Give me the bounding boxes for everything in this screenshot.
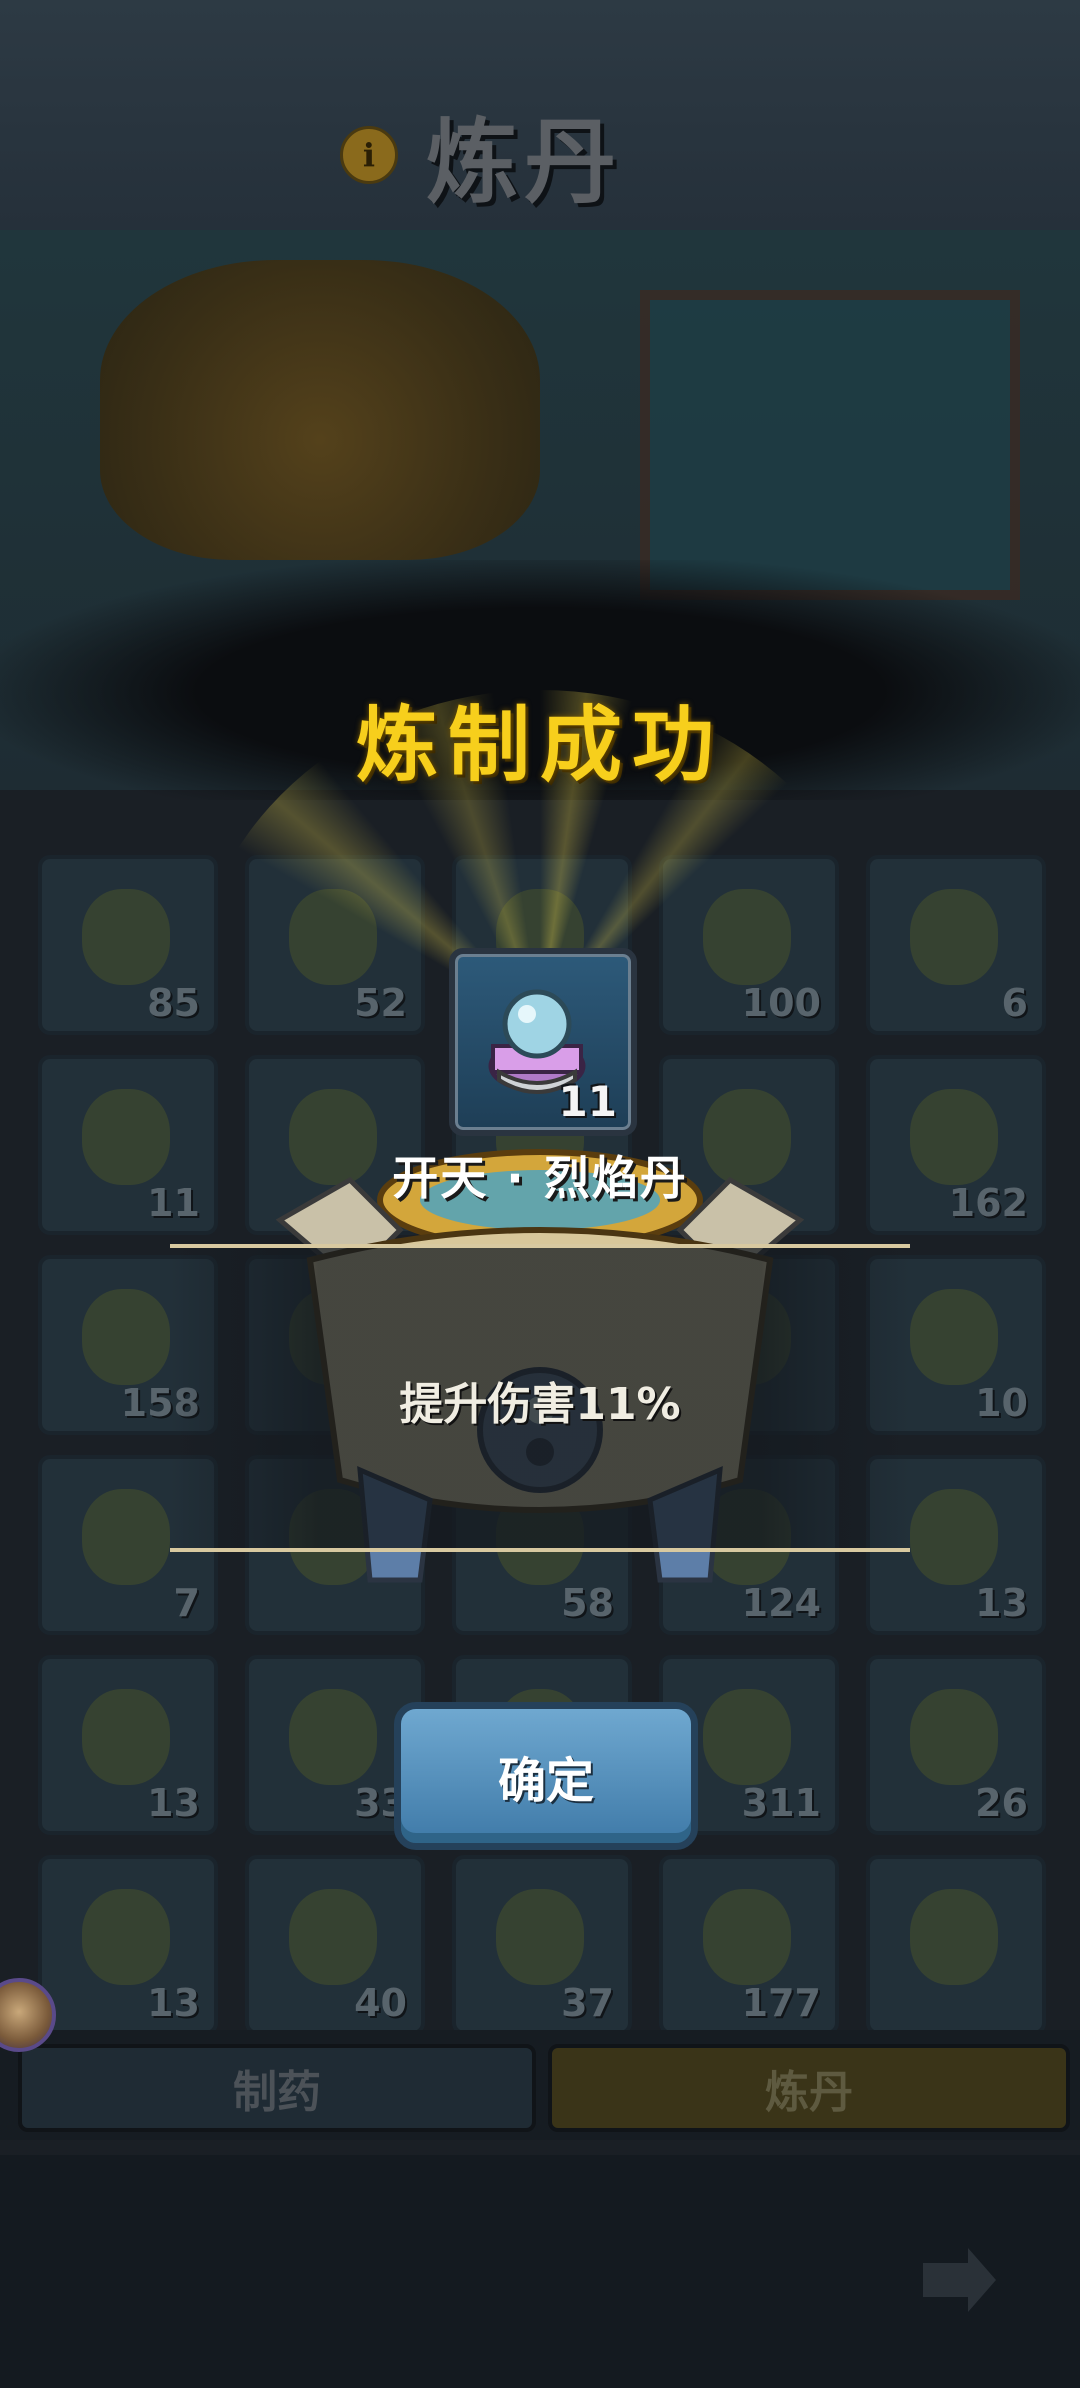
material-icon xyxy=(496,1889,584,1985)
material-count: 7 xyxy=(173,1581,200,1625)
back-arrow-icon[interactable] xyxy=(900,2210,1020,2330)
inventory-slot[interactable]: 40 xyxy=(245,1855,425,2035)
confirm-button[interactable]: 确定 xyxy=(394,1702,698,1850)
material-icon xyxy=(82,1889,170,1985)
inventory-slot[interactable]: 13 xyxy=(38,1855,218,2035)
material-count: 13 xyxy=(147,1781,200,1825)
material-icon xyxy=(910,1689,998,1785)
item-effect-text: 提升伤害11% xyxy=(399,1379,681,1430)
background-window-image xyxy=(640,290,1020,600)
tab-bar: 制药 炼丹 xyxy=(0,2030,1080,2140)
success-title: 炼制成功 xyxy=(355,697,724,793)
tab-alchemy[interactable]: 炼丹 xyxy=(548,2044,1070,2132)
tab-medicine[interactable]: 制药 xyxy=(18,2044,536,2132)
item-name: 开天 · 烈焰丹 xyxy=(392,1151,688,1205)
page-title: 炼丹 xyxy=(426,108,623,216)
inventory-slot[interactable]: 37 xyxy=(452,1855,632,2035)
material-icon xyxy=(910,1489,998,1585)
material-count: 13 xyxy=(147,1981,200,2025)
material-icon xyxy=(703,1689,791,1785)
inventory-slot[interactable] xyxy=(866,1855,1046,2035)
material-count: 37 xyxy=(561,1981,614,2025)
elixir-icon: 11 xyxy=(449,948,637,1136)
material-icon xyxy=(910,1889,998,1985)
header-bar: i 炼丹 xyxy=(0,0,1080,236)
info-icon[interactable]: i xyxy=(340,125,398,184)
background-cauldron-image xyxy=(100,260,540,560)
material-count: 13 xyxy=(975,1581,1028,1625)
material-icon xyxy=(703,1889,791,1985)
material-count: 40 xyxy=(354,1981,407,2025)
item-count: 11 xyxy=(558,1077,617,1126)
inventory-slot[interactable]: 26 xyxy=(866,1655,1046,1835)
material-count: 26 xyxy=(975,1781,1028,1825)
material-icon xyxy=(289,1689,377,1785)
material-icon xyxy=(289,1889,377,1985)
game-screen: i 炼丹 85521006111621581075812413133331126… xyxy=(0,0,1080,2388)
inventory-slot[interactable]: 177 xyxy=(659,1855,839,2035)
material-icon xyxy=(82,1489,170,1585)
inventory-slot[interactable]: 13 xyxy=(38,1655,218,1835)
material-icon xyxy=(82,1689,170,1785)
material-count: 311 xyxy=(741,1781,821,1825)
material-count: 177 xyxy=(741,1981,821,2025)
